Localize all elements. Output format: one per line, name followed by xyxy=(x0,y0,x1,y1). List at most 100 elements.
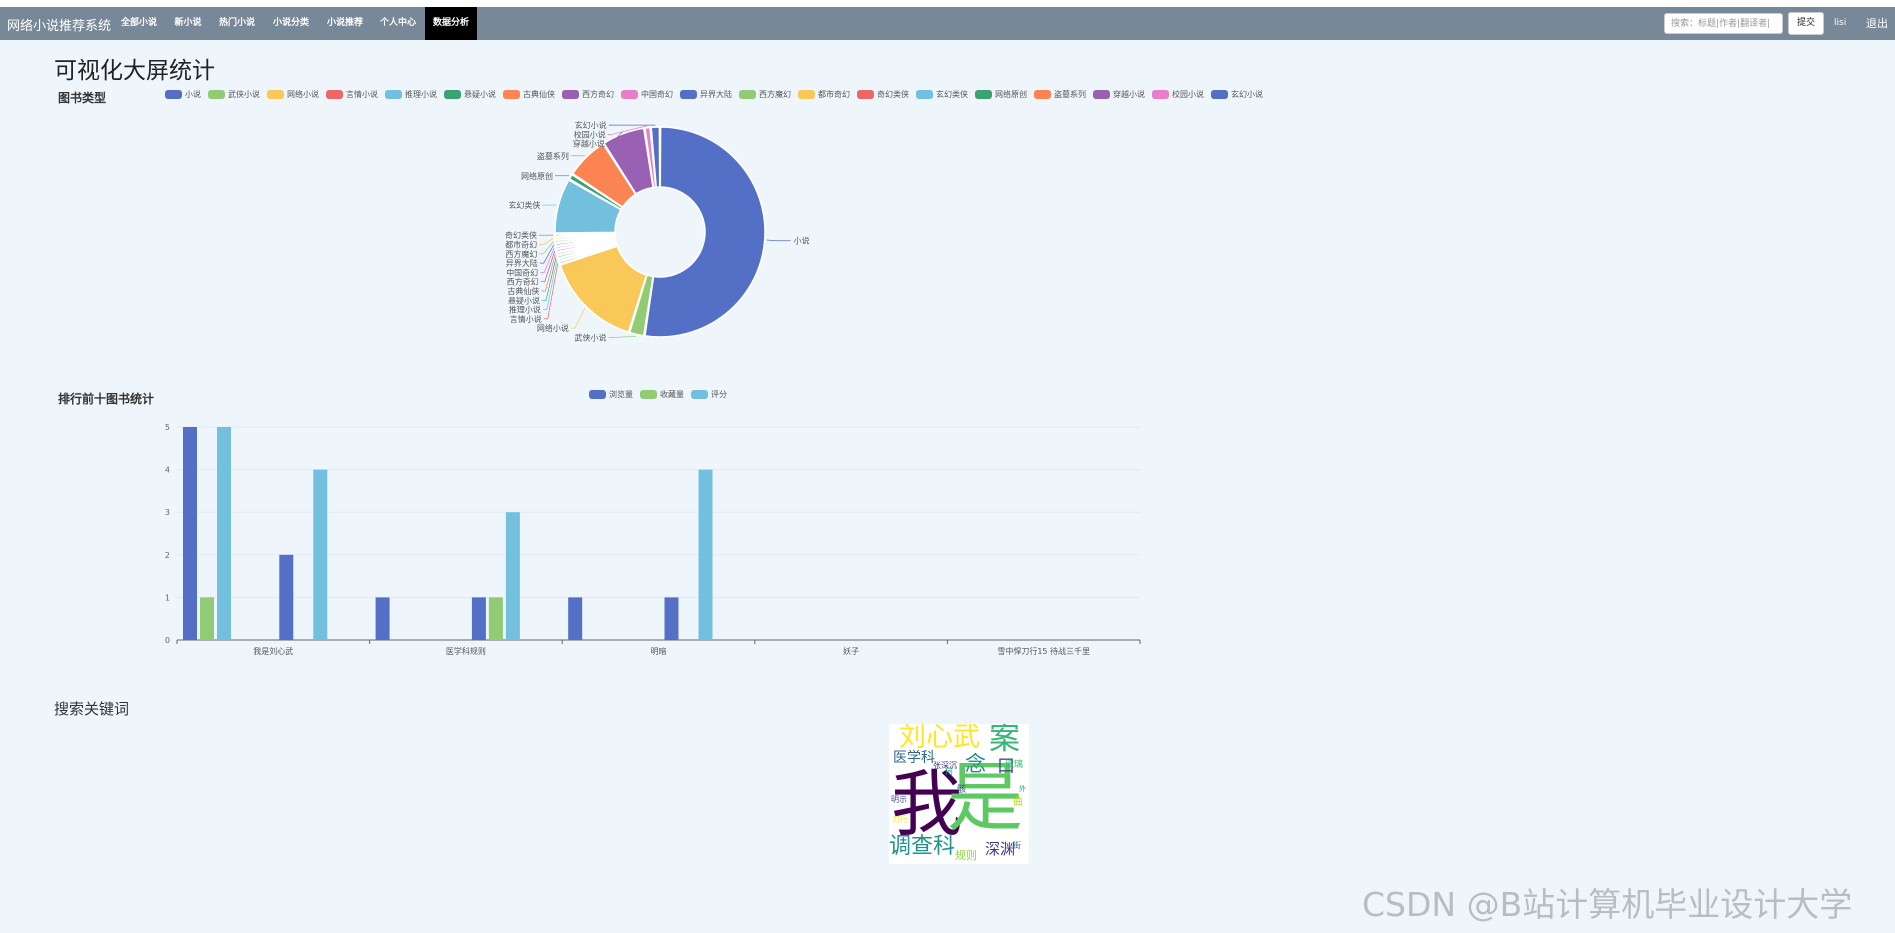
pie-label-line xyxy=(766,239,791,242)
navbar: 网络小说推荐系统 全部小说 新小说 热门小说 小说分类 小说推荐 个人中心 数据… xyxy=(0,7,1895,40)
wordcloud-word: 念 xyxy=(965,752,986,776)
legend-label: 西方奇幻 xyxy=(582,90,614,99)
x-tick-label: 妖子 xyxy=(843,646,859,656)
pie-slice[interactable] xyxy=(644,126,766,338)
legend-label: 武侠小说 xyxy=(228,90,260,99)
username-link[interactable]: lisi xyxy=(1834,7,1846,40)
pie-slice-label: 推理小说 xyxy=(509,305,541,315)
legend-label: 浏览量 xyxy=(609,390,633,399)
pie-legend-item[interactable]: 网络原创 xyxy=(975,89,1027,100)
bar[interactable] xyxy=(279,554,294,640)
pie-legend-item[interactable]: 盗墓系列 xyxy=(1034,89,1086,100)
bar-legend-item[interactable]: 收藏量 xyxy=(640,389,684,400)
wordcloud-word: 调查科 xyxy=(889,834,956,859)
legend-label: 网络原创 xyxy=(995,90,1027,99)
pie-slice-label: 武侠小说 xyxy=(575,333,607,343)
nav-user-center[interactable]: 个人中心 xyxy=(374,7,422,40)
y-tick-label: 1 xyxy=(165,593,170,602)
search-input[interactable] xyxy=(1664,13,1783,34)
pie-slice-label: 网络原创 xyxy=(521,171,553,181)
nav-recommend[interactable]: 小说推荐 xyxy=(320,7,370,40)
bar[interactable] xyxy=(471,597,486,640)
x-tick-label: 医学科规则 xyxy=(446,646,486,656)
bar[interactable] xyxy=(200,597,214,640)
pie-label-line xyxy=(539,238,554,245)
bar[interactable] xyxy=(664,597,679,640)
legend-swatch xyxy=(326,90,343,99)
pie-legend-item[interactable]: 武侠小说 xyxy=(208,89,260,100)
bar-legend-item[interactable]: 浏览量 xyxy=(589,389,633,400)
bar-legend: 浏览量 收藏量 评分 xyxy=(589,389,734,400)
pie-legend-item[interactable]: 古典仙侠 xyxy=(503,89,555,100)
legend-swatch xyxy=(680,90,697,99)
bar[interactable] xyxy=(183,427,197,640)
legend-label: 古典仙侠 xyxy=(523,90,555,99)
legend-swatch xyxy=(1211,90,1228,99)
legend-swatch xyxy=(739,90,756,99)
bar[interactable] xyxy=(313,469,328,640)
pie-legend-item[interactable]: 小说 xyxy=(165,89,201,100)
brand-title[interactable]: 网络小说推荐系统 xyxy=(7,15,111,34)
x-tick-label: 明暗 xyxy=(651,646,667,656)
bar[interactable] xyxy=(217,427,231,640)
pie-legend-item[interactable]: 玄幻小说 xyxy=(1211,89,1263,100)
pie-legend-item[interactable]: 奇幻类侠 xyxy=(857,89,909,100)
nav-data-analysis[interactable]: 数据分析 xyxy=(425,7,477,40)
legend-swatch xyxy=(640,390,657,399)
pie-legend-item[interactable]: 网络小说 xyxy=(267,89,319,100)
pie-legend-item[interactable]: 都市奇幻 xyxy=(798,89,850,100)
logout-button[interactable]: 退出 xyxy=(1866,7,1888,40)
pie-legend-item[interactable]: 悬疑小说 xyxy=(444,89,496,100)
y-tick-label: 3 xyxy=(165,508,170,517)
bar[interactable] xyxy=(568,597,583,640)
legend-swatch xyxy=(857,90,874,99)
legend-swatch xyxy=(1034,90,1051,99)
legend-label: 言情小说 xyxy=(346,90,378,99)
legend-swatch xyxy=(691,390,708,399)
y-tick-label: 0 xyxy=(165,636,170,645)
legend-label: 玄幻类侠 xyxy=(936,90,968,99)
pie-label-line xyxy=(542,257,557,301)
nav-new-novels[interactable]: 新小说 xyxy=(168,7,208,40)
wordcloud-word: 明示 xyxy=(891,795,907,804)
pie-legend-item[interactable]: 异界大陆 xyxy=(680,89,732,100)
wordcloud-word: 曲 xyxy=(1013,797,1023,808)
nav-categories[interactable]: 小说分类 xyxy=(266,7,316,40)
legend-label: 玄幻小说 xyxy=(1231,90,1263,99)
legend-label: 西方魔幻 xyxy=(759,90,791,99)
legend-swatch xyxy=(503,90,520,99)
pie-legend-item[interactable]: 西方魔幻 xyxy=(739,89,791,100)
pie-legend-item[interactable]: 言情小说 xyxy=(326,89,378,100)
wordcloud-word: 医学科 xyxy=(893,750,935,766)
legend-label: 中国奇幻 xyxy=(641,90,673,99)
submit-button[interactable]: 提交 xyxy=(1788,12,1824,35)
legend-label: 网络小说 xyxy=(287,90,319,99)
pie-legend-item[interactable]: 西方奇幻 xyxy=(562,89,614,100)
pie-slice-label: 穿越小说 xyxy=(573,139,605,149)
legend-label: 小说 xyxy=(185,90,201,99)
bar[interactable] xyxy=(488,597,503,640)
pie-slice-label: 玄幻类侠 xyxy=(508,200,540,210)
nav-hot-novels[interactable]: 热门小说 xyxy=(212,7,262,40)
bar[interactable] xyxy=(375,597,390,640)
bar[interactable] xyxy=(698,469,713,640)
pie-legend-item[interactable]: 中国奇幻 xyxy=(621,89,673,100)
bar-legend-item[interactable]: 评分 xyxy=(691,389,727,400)
pie-slice-label: 奇幻类侠 xyxy=(505,230,537,240)
pie-legend-item[interactable]: 玄幻类侠 xyxy=(916,89,968,100)
pie-legend-item[interactable]: 推理小说 xyxy=(385,89,437,100)
legend-label: 评分 xyxy=(711,390,727,399)
bar[interactable] xyxy=(505,512,520,640)
pie-legend-item[interactable]: 校园小说 xyxy=(1152,89,1204,100)
wordcloud-word: 案 xyxy=(989,724,1020,757)
nav-all-novels[interactable]: 全部小说 xyxy=(114,7,164,40)
y-tick-label: 2 xyxy=(165,551,170,560)
page-title: 可视化大屏统计 xyxy=(54,58,215,84)
pie-slice-label: 校园小说 xyxy=(574,129,606,139)
top-strip xyxy=(0,0,1895,7)
pie-slice-label: 玄幻小说 xyxy=(575,120,607,130)
pie-legend: 小说 武侠小说 网络小说 言情小说 推理小说 悬疑小说 古典仙侠 西方奇幻 中国奇幻 异界大陆 西方… xyxy=(165,89,1270,100)
y-tick-label: 5 xyxy=(165,423,170,432)
pie-legend-item[interactable]: 穿越小说 xyxy=(1093,89,1145,100)
pie-label-line xyxy=(608,335,637,338)
